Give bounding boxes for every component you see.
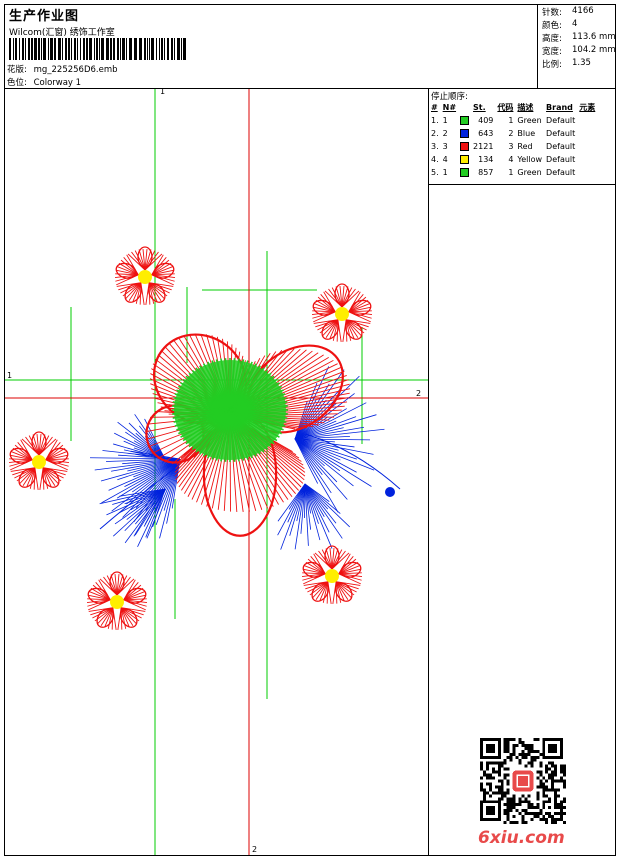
stat-width: 宽度: 104.2 mm xyxy=(542,45,616,57)
col-num: # xyxy=(431,103,438,112)
col-swatch xyxy=(458,101,471,114)
row-needle: 1 xyxy=(442,168,448,177)
colorway-row: 色位: Colorway 1 xyxy=(7,76,81,88)
row-code: 1 xyxy=(508,116,514,125)
stat-scale: 比例: 1.35 xyxy=(542,58,591,70)
table-header-row: # N# St. 代码 描述 Brand 元素 xyxy=(429,101,597,114)
row-num: 4. xyxy=(431,155,439,164)
col-needle: N# xyxy=(442,103,457,112)
row-needle: 1 xyxy=(442,116,448,125)
col-brand: Brand xyxy=(546,103,573,112)
company-name: Wilcom(汇窗) 绣饰工作室 xyxy=(9,28,115,38)
design-canvas: 1 1 2 2 xyxy=(5,89,429,855)
stat-colors: 颜色: 4 xyxy=(542,19,578,31)
row-swatch xyxy=(458,127,471,140)
watermark-logo: 6xiu.com xyxy=(478,828,565,848)
row-element xyxy=(577,153,597,166)
row-code: 3 xyxy=(508,142,514,151)
row-brand: Default xyxy=(546,116,576,125)
row-desc: Blue xyxy=(517,129,536,138)
design-label: 花版: xyxy=(7,65,27,75)
color-swatch xyxy=(460,129,470,138)
color-swatch xyxy=(460,116,470,125)
axis-label-red-bottom: 2 xyxy=(252,845,258,854)
table-row: 3. 3 2121 3 Red Default xyxy=(429,140,597,153)
row-stitches: 643 xyxy=(478,129,494,138)
row-desc: Green xyxy=(517,168,542,177)
row-code: 2 xyxy=(508,129,514,138)
row-stitches: 857 xyxy=(478,168,494,177)
stop-sequence-panel: 停止顺序: # N# St. 代码 描述 Brand 元素 1. 1 409 1 Gre… xyxy=(429,89,615,185)
color-swatch xyxy=(460,155,470,164)
row-element xyxy=(577,140,597,153)
stat-stitches: 针数: 4166 xyxy=(542,6,594,18)
large-flower xyxy=(144,333,351,537)
row-swatch xyxy=(458,153,471,166)
col-element: 元素 xyxy=(579,103,596,112)
row-brand: Default xyxy=(546,142,576,151)
table-row: 5. 1 857 1 Green Default xyxy=(429,166,597,179)
color-swatch xyxy=(460,168,470,177)
table-row: 4. 4 134 4 Yellow Default xyxy=(429,153,597,166)
header-info: 生产作业图 Wilcom(汇窗) 绣饰工作室 花版: mg_225256D6.e… xyxy=(5,5,538,89)
row-element xyxy=(577,166,597,179)
red-axes xyxy=(5,89,428,855)
row-stitches: 134 xyxy=(478,155,494,164)
qr-code xyxy=(480,738,566,824)
row-needle: 4 xyxy=(442,155,448,164)
barcode xyxy=(9,38,186,60)
row-num: 3. xyxy=(431,142,439,151)
row-element xyxy=(577,127,597,140)
row-code: 4 xyxy=(508,155,514,164)
stats-panel: 针数: 4166 颜色: 4 高度: 113.6 mm 宽度: 104.2 mm 比例:… xyxy=(538,5,616,89)
row-element xyxy=(577,114,597,127)
row-brand: Default xyxy=(546,168,576,177)
col-desc: 描述 xyxy=(517,103,534,112)
row-num: 2. xyxy=(431,129,439,138)
stat-height: 高度: 113.6 mm xyxy=(542,32,616,44)
row-brand: Default xyxy=(546,129,576,138)
stop-sequence-table: # N# St. 代码 描述 Brand 元素 1. 1 409 1 Green Defa… xyxy=(429,101,597,179)
row-desc: Green xyxy=(517,116,542,125)
row-needle: 2 xyxy=(442,129,448,138)
axis-label-green-top: 1 xyxy=(160,89,166,96)
color-swatch xyxy=(460,142,470,151)
axis-label-red-right: 2 xyxy=(416,389,422,398)
row-swatch xyxy=(458,166,471,179)
table-row: 2. 2 643 2 Blue Default xyxy=(429,127,597,140)
row-brand: Default xyxy=(546,155,576,164)
col-code: 代码 xyxy=(497,103,514,112)
row-num: 5. xyxy=(431,168,439,177)
design-row: 花版: mg_225256D6.emb xyxy=(7,63,118,75)
row-needle: 3 xyxy=(442,142,448,151)
row-swatch xyxy=(458,140,471,153)
row-num: 1. xyxy=(431,116,439,125)
green-guides xyxy=(5,89,428,855)
row-stitches: 2121 xyxy=(473,142,494,151)
colorway-label: 色位: xyxy=(7,78,27,88)
colorway-value: Colorway 1 xyxy=(33,78,82,88)
row-desc: Yellow xyxy=(517,155,543,164)
table-row: 1. 1 409 1 Green Default xyxy=(429,114,597,127)
row-stitches: 409 xyxy=(478,116,494,125)
row-desc: Red xyxy=(517,142,533,151)
page-title: 生产作业图 xyxy=(9,9,80,24)
axis-label-green-left: 1 xyxy=(7,371,13,380)
row-swatch xyxy=(458,114,471,127)
embroidery-preview xyxy=(5,89,428,855)
col-stitches: St. xyxy=(473,103,486,112)
row-code: 1 xyxy=(508,168,514,177)
design-filename: mg_225256D6.emb xyxy=(33,65,118,75)
